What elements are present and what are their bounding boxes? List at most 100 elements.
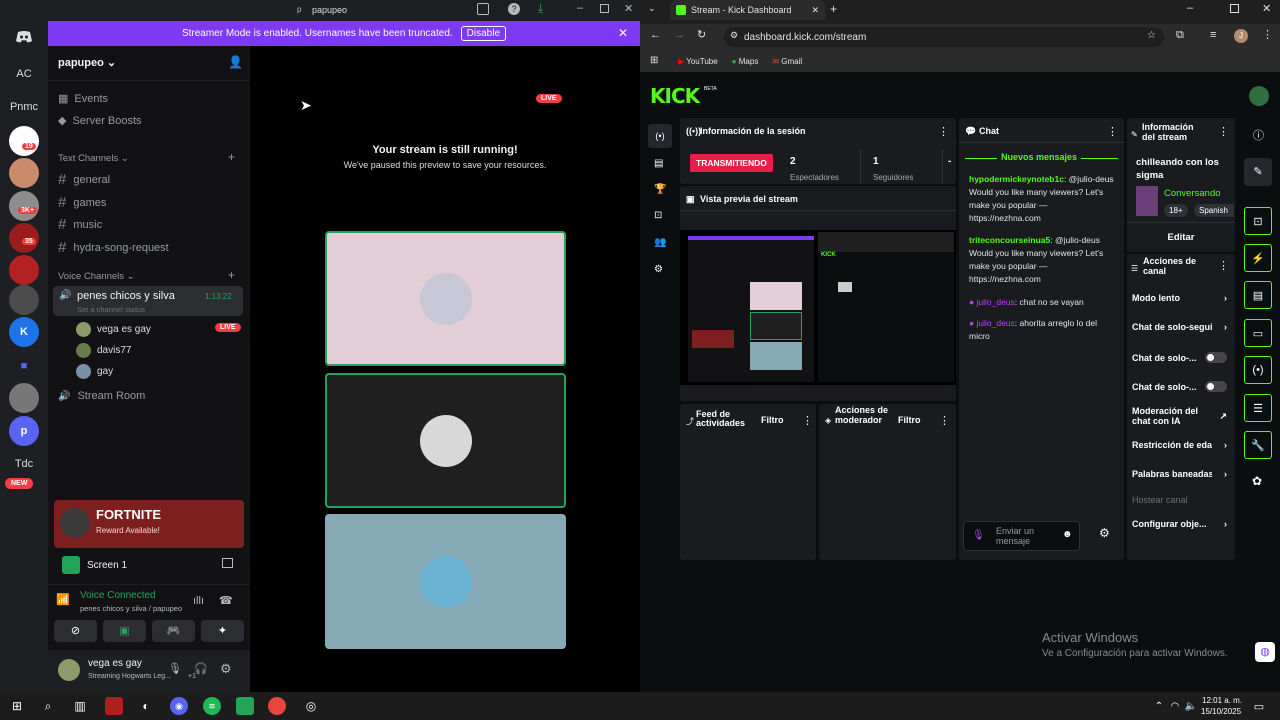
chat-bubble-icon[interactable]: ▭ (1244, 319, 1272, 347)
maximize-icon[interactable] (600, 4, 609, 13)
voice-channels-header[interactable]: Voice Channels ⌄ (58, 271, 135, 282)
clock-date[interactable]: 15/10/2025 (1201, 707, 1241, 716)
channel-general[interactable]: # general (58, 171, 110, 188)
trophy-icon[interactable]: 🏆 (654, 184, 666, 195)
disable-streamer-mode-button[interactable]: Disable (460, 26, 507, 41)
emoji-icon[interactable]: ☻ (1062, 529, 1073, 540)
server-avatar-1[interactable] (9, 126, 39, 156)
tab-search-icon[interactable]: ⌄ (648, 3, 656, 14)
app-icon-green[interactable] (236, 697, 254, 715)
chat-settings-icon[interactable]: ⚙ (1099, 526, 1110, 540)
folder-icon[interactable]: ■ (9, 351, 39, 381)
chat-input[interactable]: 🎙 Enviar un mensaje ☻ (963, 521, 1080, 551)
close-tab-icon[interactable]: ✕ (811, 5, 819, 16)
stream-preview-video[interactable]: KICK (680, 230, 956, 385)
server-avatar-2[interactable] (9, 158, 39, 188)
server-pnmc[interactable]: Pnmc (9, 92, 39, 122)
bookmark-youtube[interactable]: ▶ YouTube (678, 57, 718, 66)
voice-channel-active[interactable]: 🔊 penes chicos y silva 1:13:22 Set a cha… (53, 286, 243, 316)
server-papupeo[interactable]: p (9, 416, 39, 446)
community-icon[interactable]: 👥 (654, 237, 666, 248)
voice-user[interactable]: vega es gay (76, 322, 151, 337)
server-name[interactable]: papupeo ⌄ (58, 56, 116, 69)
bookmark-maps[interactable]: ● Maps (732, 57, 759, 66)
toggle-switch[interactable] (1205, 352, 1227, 363)
channel-games[interactable]: # games (58, 194, 106, 211)
close-icon[interactable]: ✕ (624, 2, 633, 15)
kick-logo[interactable]: KICK (650, 84, 700, 108)
discord-taskbar-icon[interactable]: ◉ (170, 697, 188, 715)
chat-message[interactable]: ● julio_deus: ahorita arreglo lo del mic… (969, 317, 1119, 343)
participant-tile[interactable] (325, 231, 566, 366)
layout-icon[interactable]: ☰ (1244, 394, 1272, 422)
activity-filter-button[interactable]: Filtro (761, 415, 784, 425)
share-screen-icon[interactable]: ▣ (103, 620, 146, 642)
media-icon[interactable]: ≡ (1210, 29, 1216, 41)
integrations-icon[interactable]: ✿ (1252, 474, 1262, 488)
back-icon[interactable]: ← (650, 29, 661, 41)
notification-icon[interactable]: ▭ (1250, 697, 1268, 715)
document-icon[interactable]: ▤ (1244, 281, 1272, 309)
server-boosts-item[interactable]: ◆ Server Boosts (58, 114, 142, 128)
wrench-icon[interactable]: 🔧 (1244, 431, 1272, 459)
minimize-icon[interactable]: – (577, 2, 583, 14)
edit-stream-button[interactable]: Editar (1127, 232, 1235, 243)
more-options-icon[interactable]: ⋮ (939, 414, 950, 427)
lightning-icon[interactable]: ⚡ (1244, 244, 1272, 272)
voice-user[interactable]: gay (76, 364, 113, 379)
apps-grid-icon[interactable]: ⊞ (650, 55, 658, 66)
volume-icon[interactable]: 🔈 (1182, 697, 1200, 715)
server-tdc[interactable]: Tdc (9, 449, 39, 479)
chat-message[interactable]: hypodermickeynoteb1c: @julio-deus Would … (969, 173, 1119, 225)
clock-time[interactable]: 12:01 a. m. (1202, 696, 1242, 705)
app-icon-steam[interactable]: ◐ (137, 697, 155, 715)
channel-status[interactable]: Set a channel status (77, 305, 145, 314)
activity-icon[interactable]: 🎮 (152, 620, 195, 642)
action-ai-moderation[interactable]: Moderación del chat con IA ↗ (1132, 406, 1227, 426)
action-banned-words[interactable]: Palabras baneadas › (1132, 469, 1227, 479)
channel-stream-room[interactable]: 🔊 Stream Room (58, 390, 145, 402)
disconnect-icon[interactable]: ☎ (219, 594, 233, 607)
bookmark-gmail[interactable]: ✉ Gmail (772, 57, 802, 66)
server-avatar-7[interactable] (9, 383, 39, 413)
action-configure-goals[interactable]: Configurar obje... › (1132, 519, 1227, 529)
edit-icon[interactable]: ✎ (1244, 158, 1272, 186)
server-avatar-6[interactable] (9, 285, 39, 315)
tab-kick-dashboard[interactable]: Stream - Kick Dashboard ✕ (670, 0, 825, 20)
minimize-icon[interactable]: – (1187, 2, 1193, 14)
screen-icon[interactable]: ⊡ (654, 210, 662, 221)
events-item[interactable]: ▦ Events (58, 92, 108, 106)
site-info-icon[interactable]: ⚙ (730, 30, 738, 41)
profile-avatar[interactable]: J (1234, 29, 1248, 43)
participant-tile[interactable] (325, 373, 566, 508)
text-channels-header[interactable]: Text Channels ⌄ (58, 153, 129, 164)
windows-start-icon[interactable]: ⊞ (8, 697, 26, 715)
server-avatar-5[interactable] (9, 255, 39, 285)
channel-music[interactable]: # music (58, 216, 102, 233)
info-icon[interactable]: ⓘ (1253, 127, 1264, 143)
discord-home-icon[interactable] (9, 22, 39, 52)
settings-gear-icon[interactable]: ⚙ (220, 661, 232, 677)
more-options-icon[interactable]: ⋮ (802, 414, 813, 427)
task-view-icon[interactable]: ▥ (71, 697, 89, 715)
toggle-switch[interactable] (1205, 381, 1227, 392)
add-channel-icon[interactable]: + (228, 150, 235, 164)
floating-widget-icon[interactable]: ◍ (1255, 642, 1275, 662)
user-avatar[interactable] (58, 659, 80, 681)
broadcast-icon[interactable]: (•) (1244, 356, 1272, 384)
username[interactable]: vega es gay (88, 658, 142, 669)
category-name[interactable]: Conversando (1164, 188, 1221, 199)
more-options-icon[interactable]: ⋮ (938, 125, 949, 138)
address-bar[interactable]: ⚙ dashboard.kick.com/stream ☆ (724, 27, 1164, 47)
more-options-icon[interactable]: ⋮ (1218, 259, 1229, 272)
chrome-taskbar-icon[interactable] (268, 697, 286, 715)
screen-capture-icon[interactable]: ⊡ (1244, 207, 1272, 235)
action-followers-only-chat[interactable]: Chat de solo-seguidores› (1132, 322, 1227, 332)
soundboard-icon[interactable]: ✦ (201, 620, 244, 642)
add-voice-channel-icon[interactable]: + (228, 268, 235, 282)
microphone-icon[interactable]: 🎙 (972, 530, 985, 541)
bookmark-star-icon[interactable]: ☆ (1147, 30, 1156, 41)
analytics-icon[interactable]: ▤ (654, 158, 663, 169)
server-avatar-3[interactable] (9, 191, 39, 221)
spotify-icon[interactable]: ≋ (203, 697, 221, 715)
